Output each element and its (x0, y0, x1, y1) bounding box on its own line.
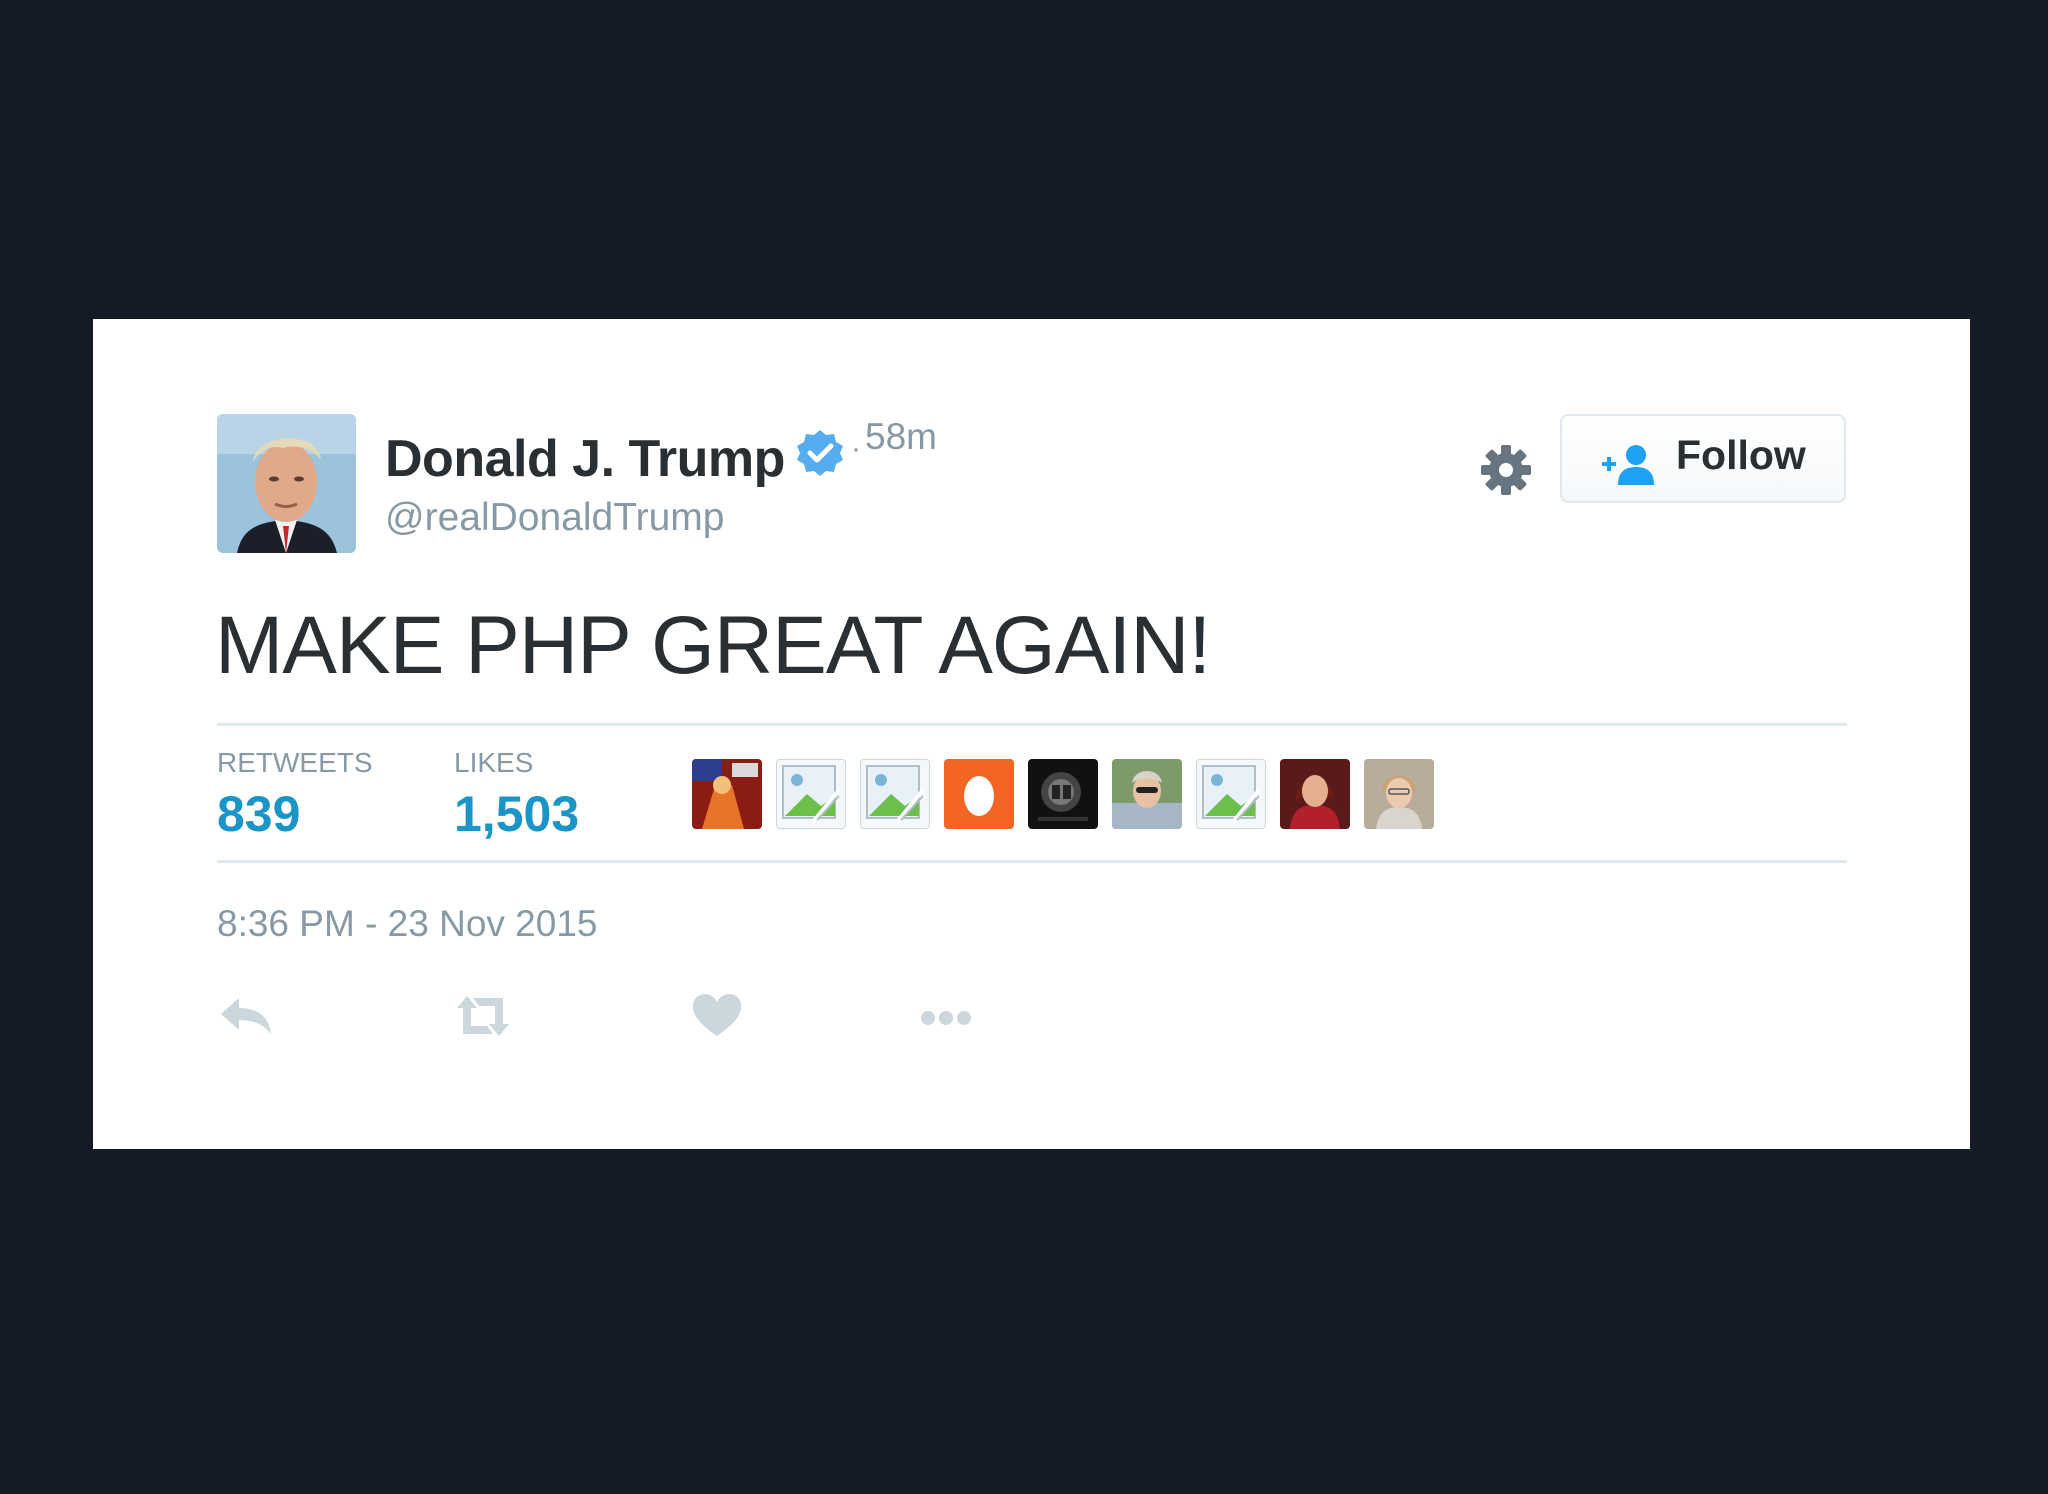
liker-avatar[interactable] (1364, 759, 1434, 829)
retweets-label: RETWEETS (217, 747, 373, 778)
verified-badge-icon (797, 430, 844, 476)
follow-label: Follow (1676, 432, 1806, 478)
broken-image-icon (777, 760, 845, 828)
tweet-card: Donald J. Trump · 58m @realDonaldTrump F… (93, 319, 1970, 1149)
reply-icon[interactable] (217, 990, 277, 1042)
likes-count[interactable]: 1,503 (454, 785, 579, 843)
stats-top-divider (217, 723, 1847, 726)
liker-avatar[interactable] (1280, 759, 1350, 829)
liker-avatar-broken[interactable] (1196, 759, 1266, 829)
follow-button[interactable]: Follow (1560, 414, 1846, 503)
author-avatar[interactable] (217, 414, 356, 553)
separator-dot: · (851, 432, 861, 465)
liker-avatar-person-icon (1364, 759, 1434, 829)
stats-bottom-divider (217, 860, 1847, 863)
full-timestamp[interactable]: 8:36 PM - 23 Nov 2015 (217, 903, 598, 945)
relative-time[interactable]: 58m (865, 416, 937, 458)
liker-avatar[interactable] (1112, 759, 1182, 829)
liker-avatar-dark-icon (1028, 759, 1098, 829)
profile-photo-icon (217, 414, 356, 553)
author-handle[interactable]: @realDonaldTrump (385, 496, 724, 540)
gear-icon[interactable] (1479, 443, 1533, 497)
broken-image-icon (861, 760, 929, 828)
author-name-line: Donald J. Trump (385, 429, 845, 499)
author-display-name[interactable]: Donald J. Trump (385, 429, 785, 489)
liker-avatar-person-icon (1112, 759, 1182, 829)
liker-avatar-broken[interactable] (776, 759, 846, 829)
likes-label: LIKES (454, 747, 534, 778)
likers-avatar-row (692, 759, 1448, 831)
egg-avatar-icon (944, 759, 1014, 829)
tweet-text: MAKE PHP GREAT AGAIN! (215, 600, 1211, 691)
liker-avatar[interactable] (692, 759, 762, 829)
retweets-count[interactable]: 839 (217, 785, 300, 843)
liker-avatar-egg[interactable] (944, 759, 1014, 829)
like-heart-icon[interactable] (687, 990, 747, 1042)
liker-avatar-broken[interactable] (860, 759, 930, 829)
liker-avatar-1-icon (692, 759, 762, 829)
more-dots-icon[interactable] (916, 990, 976, 1042)
retweet-icon[interactable] (453, 990, 513, 1042)
broken-image-icon (1197, 760, 1265, 828)
liker-avatar[interactable] (1028, 759, 1098, 829)
follow-person-plus-icon (1602, 445, 1654, 485)
liker-avatar-person-icon (1280, 759, 1350, 829)
